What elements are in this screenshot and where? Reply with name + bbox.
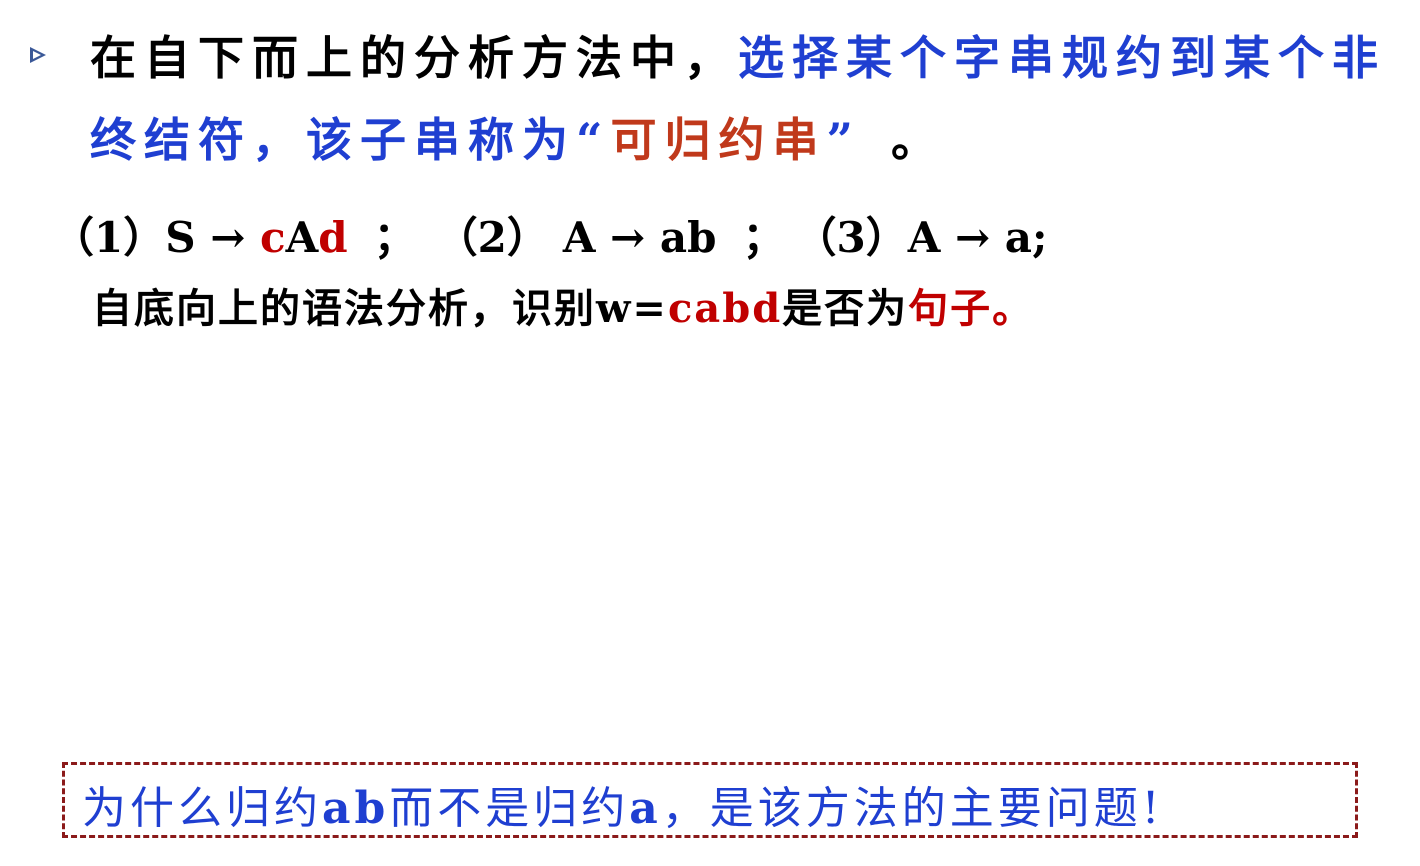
task-text-2: 是否为 <box>782 285 909 332</box>
bullet-line-1: 在自下而上的分析方法中，选择某个字串规约到某个非 <box>90 22 1386 88</box>
production-3-body: a; <box>1004 213 1048 262</box>
callout-part-1: 为什么归约 <box>82 783 322 834</box>
close-quote: ” <box>826 113 861 167</box>
production-1-c: c <box>260 213 286 262</box>
grammar-productions: （1）S → cAd；（2） A → ab；（3）A → a; <box>52 204 1047 265</box>
sentence-term: 句子。 <box>908 285 1035 332</box>
w-value: cabd <box>667 285 783 332</box>
production-3-head: A <box>907 213 941 262</box>
production-1-A: A <box>285 213 319 262</box>
callout-part-3: ，是该方法的主要问题! <box>661 783 1164 834</box>
callout-a: a <box>629 783 662 834</box>
production-2-body: ab <box>659 213 717 262</box>
term-reducible-string: 可归约串 <box>610 113 827 167</box>
arrow: → <box>610 213 646 262</box>
period: 。 <box>890 113 945 167</box>
production-2-head: A <box>562 213 596 262</box>
intro-text: 在自下而上的分析方法中， <box>90 31 738 85</box>
w-equals: w= <box>596 285 668 332</box>
bullet-line-2: 终结符，该子串称为“可归约串” 。 <box>90 104 945 170</box>
production-1-number: （1） <box>52 213 166 262</box>
arrow: → <box>210 213 246 262</box>
bullet-arrow-icon <box>30 47 46 63</box>
task-text: 自底向上的语法分析，识别 <box>92 285 596 332</box>
task-statement: 自底向上的语法分析，识别w=cabd是否为句子。 <box>92 276 1034 334</box>
definition-text: 终结符，该子串称为“ <box>90 113 611 167</box>
production-1-head: S <box>165 213 196 262</box>
callout-part-2: 而不是归约 <box>389 783 630 834</box>
callout-question: 为什么归约ab而不是归约a，是该方法的主要问题! <box>82 772 1163 836</box>
production-3-number: （3） <box>794 213 908 262</box>
separator: ； <box>742 213 785 262</box>
production-2-number: （2） <box>435 213 549 262</box>
callout-ab: ab <box>322 783 390 834</box>
separator: ； <box>373 213 416 262</box>
arrow: → <box>954 213 991 262</box>
production-1-d: d <box>318 213 348 262</box>
highlight-blue-text: 选择某个字串规约到某个非 <box>738 31 1386 85</box>
